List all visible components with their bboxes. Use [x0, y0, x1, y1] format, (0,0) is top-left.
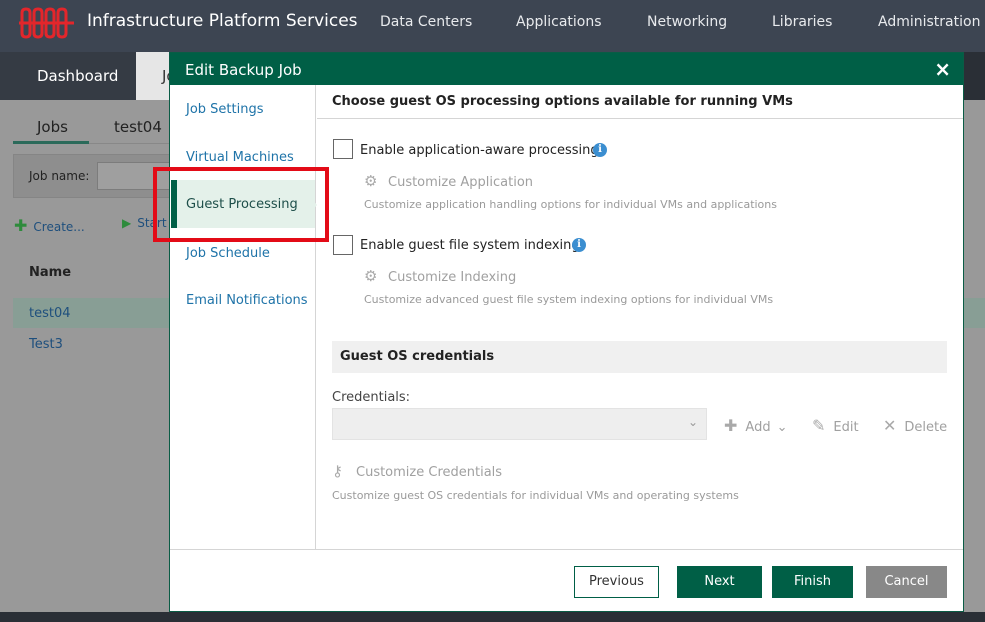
- app-aware-label[interactable]: Enable application-aware processing: [360, 143, 599, 158]
- finish-button[interactable]: Finish: [772, 566, 853, 598]
- bottom-bar: [0, 612, 985, 622]
- subtab-test04[interactable]: test04: [114, 118, 162, 136]
- add-credentials-button[interactable]: ✚ Add ⌄: [724, 416, 787, 435]
- brand-title: Infrastructure Platform Services: [87, 11, 358, 31]
- previous-button[interactable]: Previous: [574, 566, 659, 598]
- info-icon[interactable]: i: [593, 143, 607, 157]
- edit-label: Edit: [833, 420, 859, 435]
- edit-credentials-button[interactable]: ✎ Edit: [812, 416, 859, 435]
- nav-applications[interactable]: Applications: [516, 14, 602, 30]
- subtab-jobs[interactable]: Jobs: [37, 118, 68, 136]
- chevron-down-icon: ⌄: [687, 415, 698, 429]
- sidebar-item-job-schedule[interactable]: Job Schedule: [186, 246, 270, 261]
- dialog-title: Edit Backup Job: [185, 61, 302, 79]
- customize-indexing-button[interactable]: Customize Indexing: [388, 270, 516, 285]
- close-icon[interactable]: ×: [934, 57, 951, 81]
- sidebar-item-job-settings[interactable]: Job Settings: [186, 102, 264, 117]
- brand-logo-icon[interactable]: [18, 7, 76, 39]
- indexing-checkbox[interactable]: [333, 235, 353, 255]
- gear-icon: ⚙: [364, 267, 378, 285]
- credentials-select[interactable]: ⌄: [332, 408, 707, 440]
- credentials-label: Credentials:: [332, 390, 411, 405]
- customize-application-button[interactable]: Customize Application: [388, 175, 533, 190]
- tab-jobs-partial[interactable]: Jo: [136, 52, 170, 100]
- create-label: Create...: [33, 220, 85, 234]
- delete-credentials-button[interactable]: ✕ Delete: [883, 416, 947, 435]
- footer-divider: [170, 549, 963, 550]
- cancel-button[interactable]: Cancel: [866, 566, 947, 598]
- highlight-box: [153, 167, 329, 242]
- job-name-label: Job name:: [29, 169, 90, 183]
- top-navigation-bar: Infrastructure Platform Services Data Ce…: [0, 0, 985, 52]
- dialog-header: Edit Backup Job ×: [170, 53, 963, 85]
- nav-libraries[interactable]: Libraries: [772, 14, 832, 30]
- sidebar-item-email-notifications[interactable]: Email Notifications: [186, 293, 308, 308]
- delete-label: Delete: [904, 420, 948, 435]
- chevron-down-icon: ⌄: [776, 420, 788, 435]
- play-icon: ▶: [122, 216, 132, 230]
- content-heading: Choose guest OS processing options avail…: [317, 85, 963, 119]
- column-header-name[interactable]: Name: [29, 265, 71, 280]
- sidebar-item-virtual-machines[interactable]: Virtual Machines: [186, 150, 294, 165]
- pencil-icon: ✎: [812, 416, 826, 435]
- indexing-label[interactable]: Enable guest file system indexing: [360, 238, 580, 253]
- close-icon: ✕: [883, 416, 897, 435]
- edit-backup-job-dialog: Edit Backup Job × Job Settings Virtual M…: [169, 52, 964, 612]
- credentials-section-header: Guest OS credentials: [332, 341, 947, 373]
- app-aware-checkbox[interactable]: [333, 139, 353, 159]
- app-aware-description: Customize application handling options f…: [364, 198, 777, 211]
- wizard-sidebar: Job Settings Virtual Machines Job Schedu…: [170, 85, 316, 549]
- nav-networking[interactable]: Networking: [647, 14, 727, 30]
- gear-icon: ⚙: [364, 172, 378, 190]
- table-row-test04[interactable]: test04: [29, 306, 71, 321]
- customize-credentials-button[interactable]: Customize Credentials: [356, 465, 502, 480]
- nav-data-centers[interactable]: Data Centers: [380, 14, 472, 30]
- credentials-description: Customize guest OS credentials for indiv…: [332, 489, 739, 502]
- indexing-description: Customize advanced guest file system ind…: [364, 293, 774, 306]
- plus-icon: ✚: [14, 216, 28, 235]
- tab-dashboard[interactable]: Dashboard: [0, 52, 136, 100]
- next-button[interactable]: Next: [677, 566, 762, 598]
- info-icon[interactable]: i: [572, 238, 586, 252]
- create-button[interactable]: ✚ Create...: [14, 216, 85, 235]
- key-icon: ⚷: [332, 462, 343, 480]
- active-tab-underline: [13, 141, 89, 144]
- plus-icon: ✚: [724, 416, 738, 435]
- table-row-test3[interactable]: Test3: [29, 337, 63, 352]
- add-label: Add: [745, 420, 771, 435]
- nav-administration[interactable]: Administration: [878, 14, 980, 30]
